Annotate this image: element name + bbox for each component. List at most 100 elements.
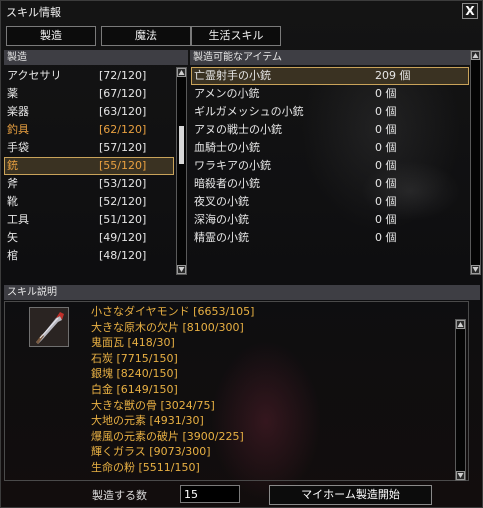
category-level: [48/120]: [99, 249, 147, 262]
material-line: 鬼面瓦 [418/30]: [91, 336, 175, 350]
category-scrollbar[interactable]: [176, 67, 187, 275]
craftable-item-row[interactable]: 精霊の小銃 0 個: [191, 229, 469, 247]
category-name: 矢: [7, 231, 18, 244]
manufacture-panel-header: 製造: [4, 50, 188, 65]
item-name: 亡霊射手の小銃: [194, 69, 271, 82]
craftable-item-row[interactable]: 亡霊射手の小銃 209 個: [191, 67, 469, 85]
craftable-items-header: 製造可能なアイテム: [190, 50, 470, 65]
tab-magic[interactable]: 魔法: [101, 26, 191, 46]
material-line: 大きな原木の欠片 [8100/300]: [91, 320, 244, 334]
category-level: [55/120]: [99, 159, 147, 172]
item-count: 0 個: [375, 105, 397, 118]
material-line: 白金 [6149/150]: [91, 383, 178, 396]
quantity-input[interactable]: [180, 485, 240, 503]
skill-category-row[interactable]: 矢 [49/120]: [4, 229, 174, 247]
category-level: [63/120]: [99, 105, 147, 118]
item-count: 209 個: [375, 69, 411, 82]
category-name: 工具: [7, 213, 29, 226]
skill-description-header: スキル説明: [4, 285, 480, 300]
item-count: 0 個: [375, 177, 397, 190]
item-name: 精霊の小銃: [194, 231, 249, 244]
skill-category-row[interactable]: 釣具 [62/120]: [4, 121, 174, 139]
item-name: 夜叉の小銃: [194, 195, 249, 208]
scroll-up-button[interactable]: [177, 68, 186, 77]
arrow-up-icon: [178, 70, 185, 75]
skill-category-row[interactable]: 薬 [67/120]: [4, 85, 174, 103]
item-name: ギルガメッシュの小銃: [194, 105, 304, 118]
arrow-up-icon: [457, 322, 464, 327]
category-level: [52/120]: [99, 195, 147, 208]
skill-category-row[interactable]: 楽器 [63/120]: [4, 103, 174, 121]
tab-life-skill[interactable]: 生活スキル: [191, 26, 281, 46]
craftable-item-row[interactable]: 夜叉の小銃 0 個: [191, 193, 469, 211]
skill-category-row[interactable]: 工具 [51/120]: [4, 211, 174, 229]
skill-info-window: スキル情報 X 製造 魔法 生活スキル 製造 アクセサリ [72/120] 薬 [67…: [0, 0, 483, 508]
category-name: 楽器: [7, 105, 29, 118]
item-count: 0 個: [375, 231, 397, 244]
item-count: 0 個: [375, 141, 397, 154]
skill-category-row[interactable]: 手袋 [57/120]: [4, 139, 174, 157]
item-name: ワラキアの小銃: [194, 159, 271, 172]
scroll-up-button[interactable]: [471, 51, 480, 60]
tab-manufacture[interactable]: 製造: [6, 26, 96, 46]
category-level: [57/120]: [99, 141, 147, 154]
category-level: [62/120]: [99, 123, 147, 136]
category-name: 斧: [7, 177, 18, 190]
category-level: [51/120]: [99, 213, 147, 226]
category-name: 薬: [7, 87, 18, 100]
scroll-down-button[interactable]: [471, 265, 480, 274]
skill-category-row[interactable]: 靴 [52/120]: [4, 193, 174, 211]
material-line: 生命の粉 [5511/150]: [91, 461, 200, 474]
scroll-down-button[interactable]: [177, 265, 186, 274]
craftable-item-row[interactable]: アヌの戦士の小銃 0 個: [191, 121, 469, 139]
title-bar[interactable]: スキル情報 X: [1, 1, 482, 21]
scroll-down-button[interactable]: [456, 471, 465, 480]
material-line: 輝くガラス [9073/300]: [91, 445, 211, 459]
skill-category-row[interactable]: 銃 [55/120]: [4, 157, 174, 175]
arrow-down-icon: [472, 267, 479, 272]
close-button[interactable]: X: [462, 3, 478, 19]
category-name: 釣具: [7, 123, 29, 136]
craftable-item-row[interactable]: ワラキアの小銃 0 個: [191, 157, 469, 175]
items-scrollbar[interactable]: [470, 50, 481, 275]
item-name: アヌの戦士の小銃: [194, 123, 282, 136]
item-count: 0 個: [375, 159, 397, 172]
skill-category-row[interactable]: 棺 [48/120]: [4, 247, 174, 265]
category-name: 棺: [7, 249, 18, 262]
skill-category-row[interactable]: アクセサリ [72/120]: [4, 67, 174, 85]
arrow-down-icon: [457, 473, 464, 478]
scroll-thumb[interactable]: [179, 126, 184, 164]
category-level: [49/120]: [99, 231, 147, 244]
craftable-item-row[interactable]: 血騎士の小銃 0 個: [191, 139, 469, 157]
quantity-label: 製造する数: [92, 489, 147, 502]
material-line: 銀塊 [8240/150]: [91, 367, 178, 381]
scroll-up-button[interactable]: [456, 320, 465, 329]
material-line: 大地の元素 [4931/30]: [91, 414, 204, 428]
skill-category-row[interactable]: 斧 [53/120]: [4, 175, 174, 193]
category-level: [67/120]: [99, 87, 147, 100]
category-name: 靴: [7, 195, 18, 208]
craftable-item-row[interactable]: ギルガメッシュの小銃 0 個: [191, 103, 469, 121]
rifle-icon: [29, 307, 69, 347]
craftable-item-row[interactable]: 深海の小銃 0 個: [191, 211, 469, 229]
item-count: 0 個: [375, 87, 397, 100]
item-count: 0 個: [375, 195, 397, 208]
material-line: 石炭 [7715/150]: [91, 351, 178, 365]
category-level: [53/120]: [99, 177, 147, 190]
skill-category-list: アクセサリ [72/120] 薬 [67/120] 楽器 [63/120] 釣具 [62/12…: [4, 67, 174, 265]
item-name: アメンの小銃: [194, 87, 260, 100]
category-level: [72/120]: [99, 69, 147, 82]
craftable-item-row[interactable]: アメンの小銃 0 個: [191, 85, 469, 103]
description-scrollbar[interactable]: [455, 319, 466, 481]
craftable-item-list: 亡霊射手の小銃 209 個アメンの小銃 0 個ギルガメッシュの小銃 0 個アヌの戦士の…: [191, 67, 469, 247]
item-name: 血騎士の小銃: [194, 141, 260, 154]
arrow-down-icon: [178, 267, 185, 272]
category-name: 銃: [7, 159, 18, 172]
item-name: 暗殺者の小銃: [194, 177, 260, 190]
start-home-manufacture-button[interactable]: マイホーム製造開始: [269, 485, 432, 505]
craftable-item-row[interactable]: 暗殺者の小銃 0 個: [191, 175, 469, 193]
item-count: 0 個: [375, 123, 397, 136]
item-count: 0 個: [375, 213, 397, 226]
item-name: 深海の小銃: [194, 213, 249, 226]
material-line: 爆風の元素の破片 [3900/225]: [91, 429, 244, 443]
